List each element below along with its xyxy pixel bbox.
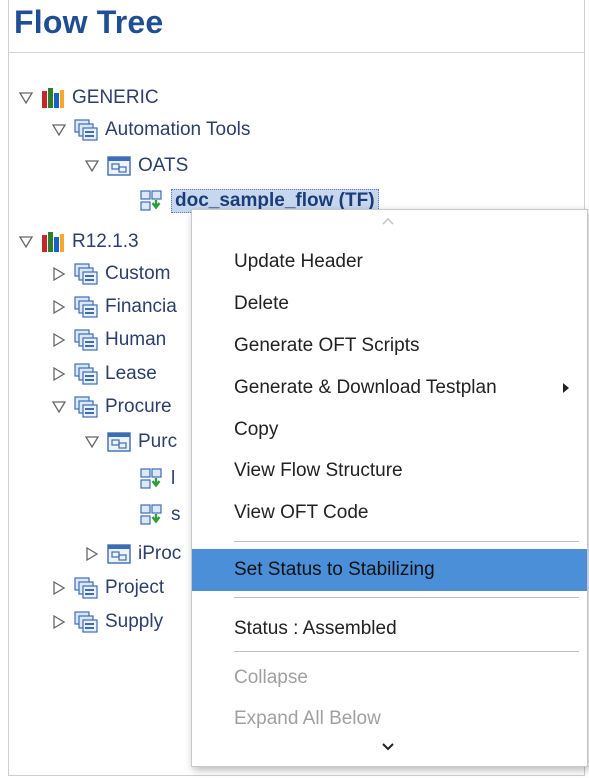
triangle-down-icon[interactable] [18,234,34,250]
flow-icon [140,504,164,526]
menu-separator [234,597,579,598]
menu-item-copy[interactable]: Copy [192,412,587,448]
tree-node-custom[interactable]: Custom [51,260,170,288]
tree-node-label: Lease [105,363,157,384]
tree-node-iproc[interactable]: iProc [84,540,181,568]
folder-stack-icon [74,263,98,285]
books-icon [41,231,65,253]
tree-node-label: s [171,504,181,525]
tree-node-automation-tools[interactable]: Automation Tools [51,116,250,144]
folder-stack-icon [74,577,98,599]
tree-node-label: Custom [105,263,171,284]
tree-node-label: OATS [138,155,189,176]
folder-stack-icon [74,396,98,418]
menu-separator [234,541,579,542]
folder-stack-icon [74,296,98,318]
folder-stack-icon [74,363,98,385]
tree-node-supply[interactable]: Supply [51,608,163,636]
tree-node-label: Procure [105,396,172,417]
menu-item-generate-download-testplan[interactable]: Generate & Download Testplan [192,370,587,406]
triangle-down-icon[interactable] [18,90,34,106]
panel-title: Flow Tree [14,4,164,40]
folder-stack-icon [74,329,98,351]
tree-node-label: GENERIC [72,87,159,108]
submenu-arrow-icon [563,383,569,393]
module-icon [107,543,131,565]
tree-node-label: Supply [105,611,164,632]
menu-item-update-header[interactable]: Update Header [192,244,587,280]
tree-node-label: Financia [105,296,177,317]
triangle-right-icon[interactable] [51,580,67,596]
tree-node-label: Automation Tools [105,119,251,140]
title-divider [8,52,585,53]
triangle-right-icon[interactable] [51,266,67,282]
chevron-down-icon[interactable] [381,742,395,752]
triangle-down-icon[interactable] [84,158,100,174]
tree-node-label: iProc [138,543,182,564]
triangle-down-icon[interactable] [51,399,67,415]
tree-node-human[interactable]: Human [51,326,166,354]
tree-node-r12[interactable]: R12.1.3 [18,228,139,256]
triangle-right-icon[interactable] [51,299,67,315]
tree-node-flow-s[interactable]: s [140,501,181,529]
menu-item-status-assembled[interactable]: Status : Assembled [192,611,587,647]
triangle-right-icon[interactable] [51,366,67,382]
triangle-right-icon[interactable] [51,614,67,630]
tree-node-financial[interactable]: Financia [51,293,177,321]
tree-node-label: Purc [138,431,178,452]
flow-icon [140,468,164,490]
tree-node-procure[interactable]: Procure [51,393,172,421]
books-icon [41,87,65,109]
folder-stack-icon [74,119,98,141]
tree-node-flow-l[interactable]: l [140,465,175,493]
folder-stack-icon [74,611,98,633]
menu-item-set-status-stabilizing[interactable]: Set Status to Stabilizing [192,549,587,591]
flow-icon [140,190,164,212]
tree-node-label: Human [105,329,167,350]
tree-node-purc[interactable]: Purc [84,428,177,456]
tree-node-label: R12.1.3 [72,231,139,252]
tree-node-label: l [171,468,176,489]
module-icon [107,155,131,177]
module-icon [107,431,131,453]
triangle-down-icon[interactable] [51,122,67,138]
tree-node-oats[interactable]: OATS [84,152,188,180]
tree-node-lease[interactable]: Lease [51,360,157,388]
tree-node-label: Project [105,577,165,598]
menu-item-collapse: Collapse [234,667,308,688]
context-menu: Update Header Delete Generate OFT Script… [191,209,588,767]
triangle-right-icon[interactable] [51,332,67,348]
menu-item-delete[interactable]: Delete [192,286,587,322]
menu-item-view-flow-structure[interactable]: View Flow Structure [192,453,587,489]
triangle-down-icon[interactable] [84,434,100,450]
menu-item-view-oft-code[interactable]: View OFT Code [192,495,587,531]
menu-item-generate-oft-scripts[interactable]: Generate OFT Scripts [192,328,587,364]
triangle-right-icon[interactable] [84,546,100,562]
menu-separator [234,651,579,652]
menu-item-label: Generate & Download Testplan [234,377,497,398]
chevron-up-icon[interactable] [381,216,395,226]
tree-node-projects[interactable]: Project [51,574,164,602]
tree-node-generic[interactable]: GENERIC [18,84,159,112]
menu-item-expand-all-below: Expand All Below [234,708,381,729]
